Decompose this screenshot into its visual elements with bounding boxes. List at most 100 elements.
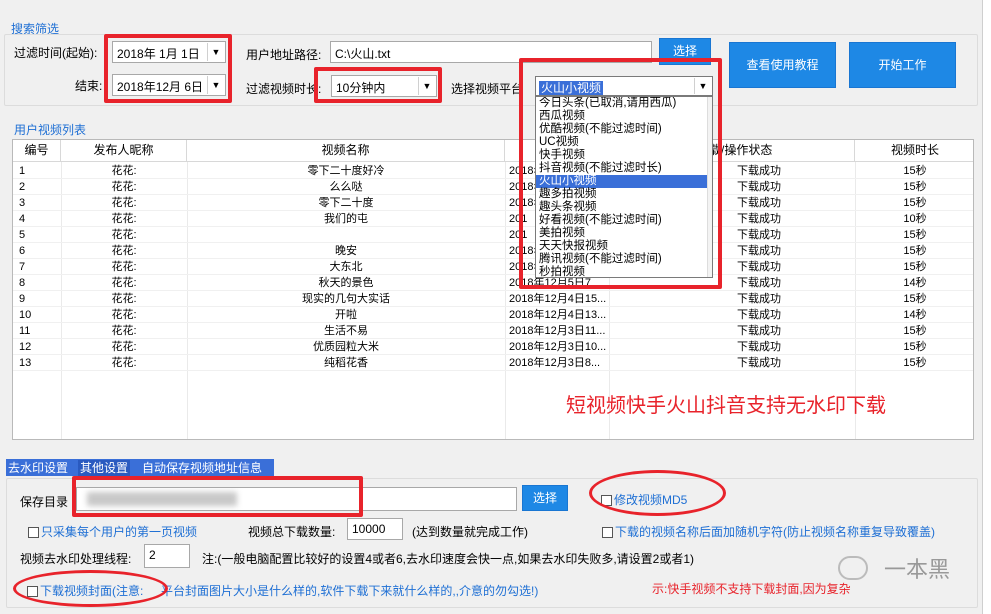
table-cell: 15秒 <box>903 197 927 209</box>
total-input[interactable]: 10000 <box>347 518 403 540</box>
table-row[interactable]: 2 花花: 么么哒 2018年 下载成功 15秒 <box>13 179 973 195</box>
table-row[interactable]: 1 花花: 零下二十度好冷 2018年 下载成功 15秒 <box>13 163 973 179</box>
table-row[interactable]: 3 花花: 零下二十度 2018年 下载成功 15秒 <box>13 195 973 211</box>
wechat-icon <box>838 556 868 580</box>
threads-hint: 注:(一般电脑配置比较好的设置4或者6,去水印速度会快一点,如果去水印失败多,请… <box>202 552 695 566</box>
table-row[interactable]: 10 花花: 开啦 2018年12月4日13... 下载成功 14秒 <box>13 307 973 323</box>
save-dir-label: 保存目录 <box>20 495 69 509</box>
tutorial-button[interactable]: 查看使用教程 <box>729 42 836 88</box>
table-cell: 7 <box>19 261 26 273</box>
table-row[interactable]: 13 花花: 纯稻花香 2018年12月3日8... 下载成功 15秒 <box>13 355 973 371</box>
table-cell: 2018年12月3日8... <box>509 357 601 369</box>
highlight-box-save-dir <box>72 476 363 517</box>
total-hint: (达到数量就完成工作) <box>412 525 528 539</box>
table-cell: 15秒 <box>903 245 927 257</box>
table-cell: 15秒 <box>903 293 927 305</box>
table-cell: 下载成功 <box>737 341 781 353</box>
table-row[interactable]: 4 花花: 我们的屯 201 下载成功 10秒 <box>13 211 973 227</box>
table-cell: 零下二十度 <box>318 197 374 209</box>
checkbox-icon[interactable] <box>28 527 39 539</box>
table-row[interactable]: 6 花花: 晚安 2018年 下载成功 15秒 <box>13 243 973 259</box>
column-header-title[interactable]: 视频名称 <box>187 140 505 162</box>
table-cell: 15秒 <box>903 261 927 273</box>
table-cell: 么么哒 <box>329 181 363 193</box>
random-suffix-checkbox[interactable]: 下载的视频名称后面加随机字符(防止视频名称重复导致覆盖) <box>602 523 935 540</box>
total-label: 视频总下载数量: <box>248 525 336 539</box>
table-cell: 开啦 <box>335 309 357 321</box>
table-cell: 纯稻花香 <box>324 357 368 369</box>
highlight-ellipse-cover <box>13 570 168 607</box>
checkbox-icon[interactable] <box>602 527 613 539</box>
table-cell: 2 <box>19 181 26 193</box>
table-cell: 15秒 <box>903 325 927 337</box>
table-cell: 大东北 <box>329 261 363 273</box>
table-cell: 花花: <box>111 261 137 273</box>
highlight-ellipse-md5 <box>589 470 726 516</box>
save-dir-choose-button[interactable]: 选择 <box>522 485 568 511</box>
table-cell: 2018年12月3日11... <box>509 325 606 337</box>
table-row[interactable]: 8 花花: 秋天的景色 2018年12月5日7 下载成功 14秒 <box>13 275 973 291</box>
row-divider <box>13 370 973 371</box>
table-cell: 花花: <box>111 357 137 369</box>
table-cell: 12 <box>19 341 32 353</box>
table-row[interactable]: 12 花花: 优质园粒大米 2018年12月3日10... 下载成功 15秒 <box>13 339 973 355</box>
table-cell: 花花: <box>111 213 137 225</box>
highlight-box-platform <box>519 58 722 289</box>
table-cell: 14秒 <box>903 277 927 289</box>
start-date-label: 过滤时间(起始): <box>14 46 98 60</box>
table-cell <box>187 227 505 243</box>
threads-input[interactable]: 2 <box>144 544 190 568</box>
tab-other-settings[interactable]: 其他设置 <box>78 460 131 476</box>
table-cell: 14秒 <box>903 309 927 321</box>
table-row[interactable]: 9 花花: 现实的几句大实话 2018年12月4日15... 下载成功 15秒 <box>13 291 973 307</box>
table-row[interactable]: 11 花花: 生活不易 2018年12月3日11... 下载成功 15秒 <box>13 323 973 339</box>
first-page-label: 只采集每个用户的第一页视频 <box>41 525 198 539</box>
table-cell: 晚安 <box>335 245 357 257</box>
table-cell: 下载成功 <box>737 293 781 305</box>
table-cell: 13 <box>19 357 32 369</box>
table-cell: 生活不易 <box>324 325 368 337</box>
highlight-box-duration <box>314 67 442 103</box>
table-cell: 4 <box>19 213 26 225</box>
table-cell: 1 <box>19 165 26 177</box>
table-cell: 下载成功 <box>737 325 781 337</box>
table-cell: 花花: <box>111 245 137 257</box>
table-cell: 5 <box>19 229 26 241</box>
start-work-button[interactable]: 开始工作 <box>849 42 956 88</box>
table-cell: 我们的屯 <box>324 213 368 225</box>
table-row[interactable]: 5 花花: 201 下载成功 15秒 <box>13 227 973 243</box>
table-cell: 花花: <box>111 181 137 193</box>
table-cell: 零下二十度好冷 <box>307 165 385 177</box>
column-header-duration[interactable]: 视频时长 <box>855 140 973 162</box>
end-date-label: 结束: <box>75 79 103 93</box>
table-cell: 花花: <box>111 197 137 209</box>
table-cell: 花花: <box>111 277 137 289</box>
table-cell: 11 <box>19 325 31 337</box>
table-cell: 2018年12月4日13... <box>509 309 607 321</box>
table-row[interactable]: 7 花花: 大东北 2018年 下载成功 15秒 <box>13 259 973 275</box>
table-cell: 15秒 <box>903 229 927 241</box>
tab-auto-save[interactable]: 自动保存视频地址信息 <box>140 460 264 476</box>
table-cell: 花花: <box>111 165 137 177</box>
table-cell: 下载成功 <box>737 309 781 321</box>
column-header-author[interactable]: 发布人昵称 <box>61 140 187 162</box>
first-page-checkbox[interactable]: 只采集每个用户的第一页视频 <box>28 523 197 540</box>
cover-note: 示:快手视频不支持下载封面,因为复杂 <box>652 582 851 596</box>
table-cell: 10秒 <box>903 213 927 225</box>
table-cell: 花花: <box>111 325 137 337</box>
table-cell: 2018年12月3日10... <box>509 341 607 353</box>
duration-label: 过滤视频时长: <box>246 82 322 96</box>
tab-watermark[interactable]: 去水印设置 <box>6 460 70 476</box>
platform-label: 选择视频平台 <box>451 82 524 96</box>
table-cell: 花花: <box>111 229 137 241</box>
table-cell: 9 <box>19 293 26 305</box>
column-header-id[interactable]: 编号 <box>13 140 61 162</box>
table-cell: 优质园粒大米 <box>313 341 379 353</box>
table-cell: 15秒 <box>903 357 927 369</box>
table-cell: 15秒 <box>903 181 927 193</box>
table-cell: 花花: <box>111 293 137 305</box>
table-cell: 下载成功 <box>737 357 781 369</box>
table-cell: 现实的几句大实话 <box>302 293 390 305</box>
cover-hint: 平台封面图片大小是什么样的,软件下载下来就什么样的,,介意的勿勾选!) <box>161 584 539 598</box>
table-cell: 15秒 <box>903 341 927 353</box>
